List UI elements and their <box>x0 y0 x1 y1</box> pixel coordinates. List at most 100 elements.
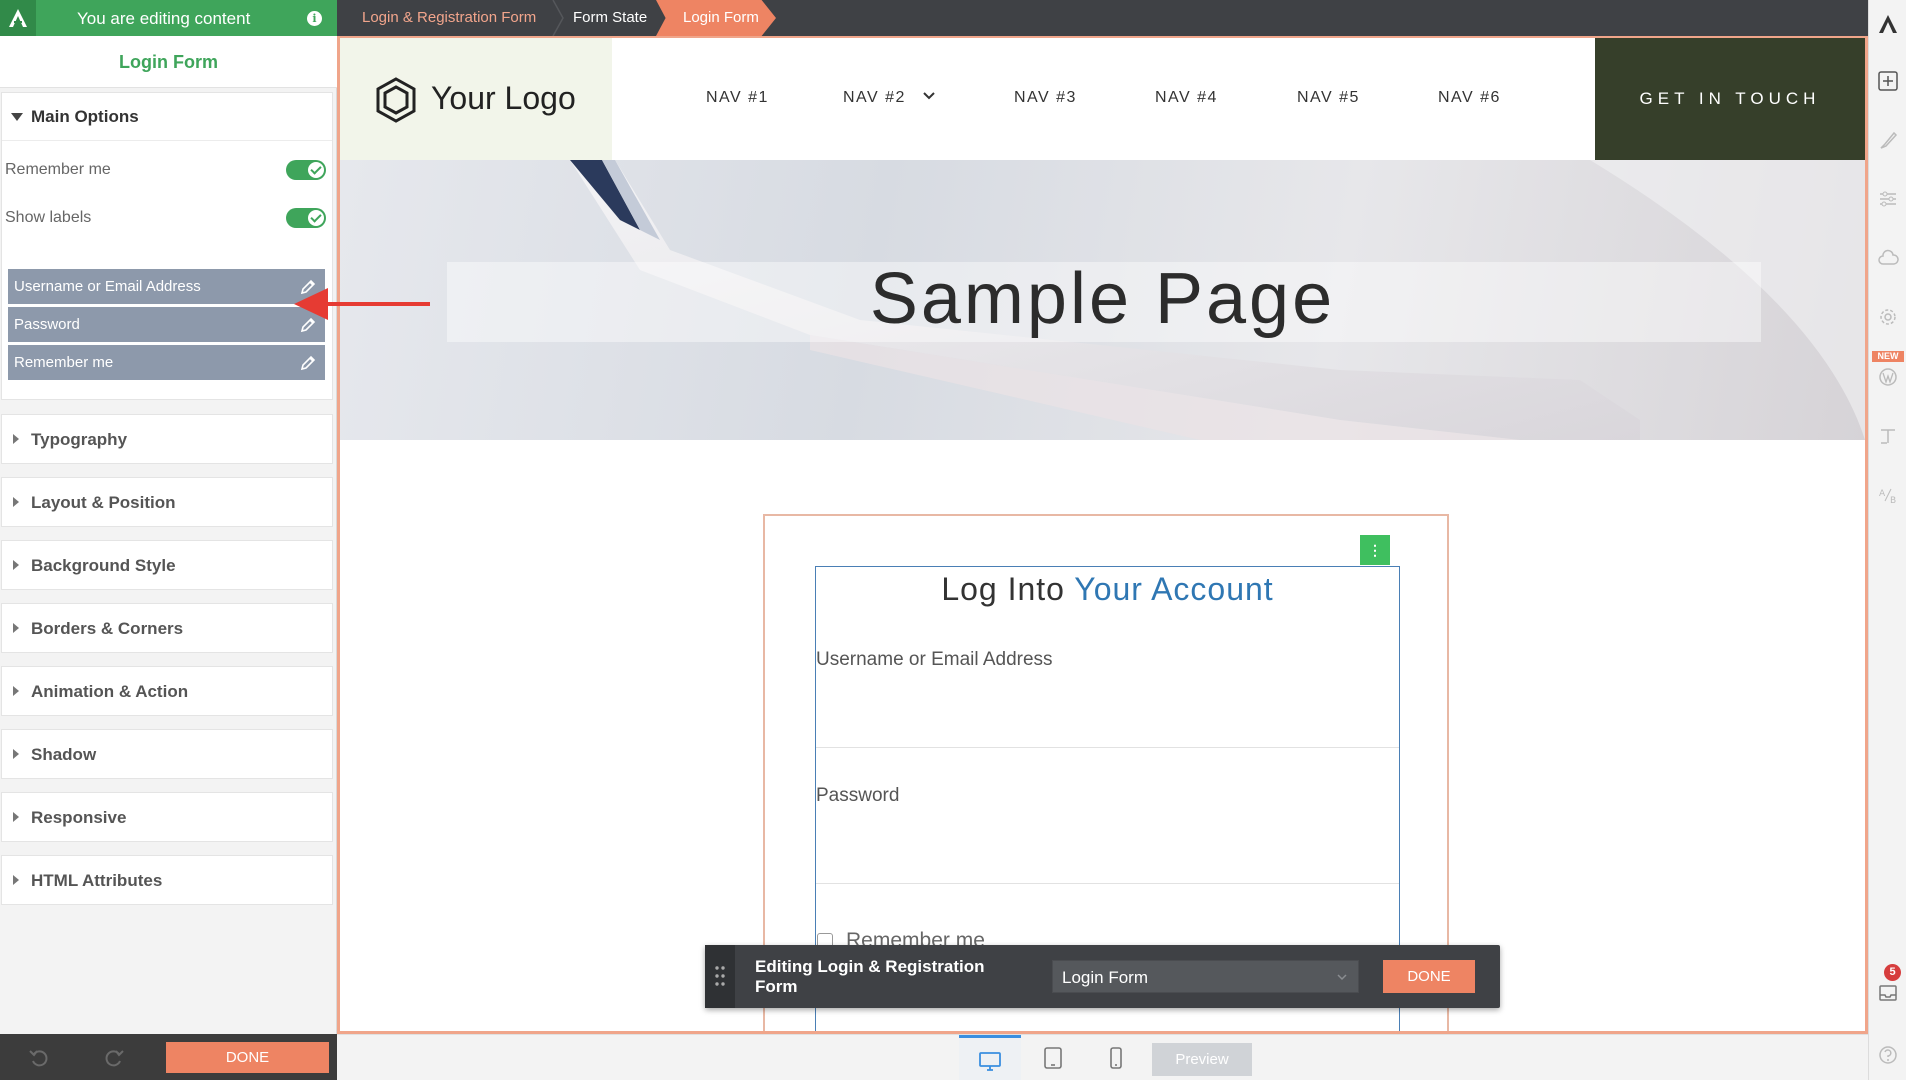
hero-banner: Sample Page <box>340 160 1865 440</box>
nav-item-3[interactable]: NAV #3 <box>1014 89 1077 107</box>
breadcrumb-item-form-state[interactable]: Form State <box>573 0 647 36</box>
svg-text:B: B <box>1890 496 1896 506</box>
section-responsive[interactable]: Responsive <box>1 792 333 842</box>
nav-item-5[interactable]: NAV #5 <box>1297 89 1360 107</box>
form-state-select[interactable]: Login Form <box>1052 960 1359 993</box>
caret-right-icon <box>13 749 19 759</box>
login-title-part2: Your Account <box>1074 571 1274 607</box>
section-shadow[interactable]: Shadow <box>1 729 333 779</box>
desktop-view-button[interactable] <box>959 1035 1021 1080</box>
username-input[interactable] <box>816 747 1399 748</box>
field-item-label: Remember me <box>14 354 114 371</box>
caret-right-icon <box>13 560 19 570</box>
redo-icon[interactable] <box>103 1046 125 1068</box>
remember-me-toggle-label: Remember me <box>5 161 111 178</box>
plus-icon[interactable] <box>1877 70 1899 92</box>
element-options-button[interactable]: ⋮ <box>1360 535 1390 565</box>
editing-status-text: You are editing content <box>77 9 251 28</box>
editing-status-bar: You are editing content i <box>0 0 337 36</box>
breadcrumb-item-login-registration-form[interactable]: Login & Registration Form <box>362 0 536 36</box>
inbox-icon[interactable] <box>1877 982 1899 1004</box>
chevron-down-icon[interactable] <box>922 89 936 103</box>
section-label: Background Style <box>31 556 176 575</box>
hero-title: Sample Page <box>869 259 1336 339</box>
section-background-style[interactable]: Background Style <box>1 540 333 590</box>
nav-item-2[interactable]: NAV #2 <box>843 89 906 107</box>
new-badge: NEW <box>1872 351 1904 362</box>
toolbar-done-button[interactable]: DONE <box>1383 960 1475 993</box>
wordpress-icon[interactable] <box>1877 366 1899 388</box>
site-header: Your Logo NAV #1 NAV #2 NAV #3 NAV #4 NA… <box>340 38 1865 160</box>
breadcrumb-item-login-form[interactable]: Login Form <box>656 0 776 36</box>
caret-down-icon <box>11 113 23 121</box>
drag-handle-icon[interactable] <box>705 945 735 1008</box>
check-icon <box>308 162 324 178</box>
site-logo[interactable]: Your Logo <box>340 38 612 160</box>
remember-me-toggle[interactable] <box>286 160 326 180</box>
app-logo-icon[interactable] <box>1877 13 1899 35</box>
app-logo-icon[interactable] <box>0 0 36 36</box>
login-title-part1: Log Into <box>941 571 1065 607</box>
page-canvas: Your Logo NAV #1 NAV #2 NAV #3 NAV #4 NA… <box>337 36 1868 1034</box>
field-item-remember-me[interactable]: Remember me <box>8 345 325 380</box>
right-toolbar: NEW AB 5 <box>1868 0 1906 1080</box>
section-typography[interactable]: Typography <box>1 414 333 464</box>
remember-me-toggle-row: Remember me <box>0 150 336 190</box>
gear-icon[interactable] <box>1877 306 1899 328</box>
field-item-label: Username or Email Address <box>14 278 201 295</box>
chevron-down-icon <box>1337 974 1347 981</box>
preview-button[interactable]: Preview <box>1152 1043 1252 1076</box>
section-label: Responsive <box>31 808 127 827</box>
svg-text:A: A <box>1879 489 1886 499</box>
login-title: Log Into Your Account <box>816 571 1399 608</box>
main-options-label: Main Options <box>31 107 139 126</box>
section-html-attributes[interactable]: HTML Attributes <box>1 855 333 905</box>
caret-right-icon <box>13 686 19 696</box>
logo-text: Your Logo <box>431 80 576 116</box>
info-icon[interactable]: i <box>307 11 322 26</box>
field-item-password[interactable]: Password <box>8 307 325 342</box>
breadcrumb-separator-icon <box>552 0 564 36</box>
cloud-icon[interactable] <box>1877 247 1899 269</box>
nav-item-1[interactable]: NAV #1 <box>706 89 769 107</box>
sidebar-done-button[interactable]: DONE <box>166 1042 329 1073</box>
section-animation-action[interactable]: Animation & Action <box>1 666 333 716</box>
text-icon[interactable] <box>1877 425 1899 447</box>
nav-item-6[interactable]: NAV #6 <box>1438 89 1501 107</box>
section-borders-corners[interactable]: Borders & Corners <box>1 603 333 653</box>
section-label: Layout & Position <box>31 493 176 512</box>
help-icon[interactable] <box>1877 1044 1899 1066</box>
section-label: Animation & Action <box>31 682 189 701</box>
editing-toolbar: Editing Login & Registration Form Login … <box>705 945 1500 1008</box>
undo-icon[interactable] <box>28 1046 50 1068</box>
nav-item-4[interactable]: NAV #4 <box>1155 89 1218 107</box>
field-item-username[interactable]: Username or Email Address <box>8 269 325 304</box>
caret-right-icon <box>13 812 19 822</box>
section-label: Typography <box>31 430 128 449</box>
tablet-icon <box>1044 1047 1062 1069</box>
desktop-icon <box>979 1052 1001 1071</box>
form-state-select-value: Login Form <box>1062 968 1148 987</box>
phone-view-button[interactable] <box>1085 1035 1147 1080</box>
main-options-header[interactable]: Main Options <box>2 93 332 141</box>
show-labels-toggle[interactable] <box>286 208 326 228</box>
section-layout-position[interactable]: Layout & Position <box>1 477 333 527</box>
caret-right-icon <box>13 623 19 633</box>
ab-test-icon[interactable]: AB <box>1877 484 1899 506</box>
brush-icon[interactable] <box>1877 130 1899 152</box>
get-in-touch-button[interactable]: GET IN TOUCH <box>1595 38 1865 160</box>
editor-footer: DONE <box>0 1034 337 1080</box>
field-item-label: Password <box>14 316 80 333</box>
notification-badge: 5 <box>1884 964 1901 981</box>
pencil-icon[interactable] <box>299 354 317 372</box>
tablet-view-button[interactable] <box>1022 1035 1084 1080</box>
sliders-icon[interactable] <box>1877 188 1899 210</box>
breadcrumb: Login & Registration Form Form State Log… <box>337 0 1868 36</box>
panel-title: Login Form <box>0 36 337 88</box>
caret-right-icon <box>13 497 19 507</box>
caret-right-icon <box>13 875 19 885</box>
editor-sidebar: You are editing content i Login Form Mai… <box>0 0 337 1080</box>
show-labels-toggle-label: Show labels <box>5 209 92 226</box>
password-input[interactable] <box>816 883 1399 884</box>
hexagon-logo-icon <box>376 77 416 123</box>
